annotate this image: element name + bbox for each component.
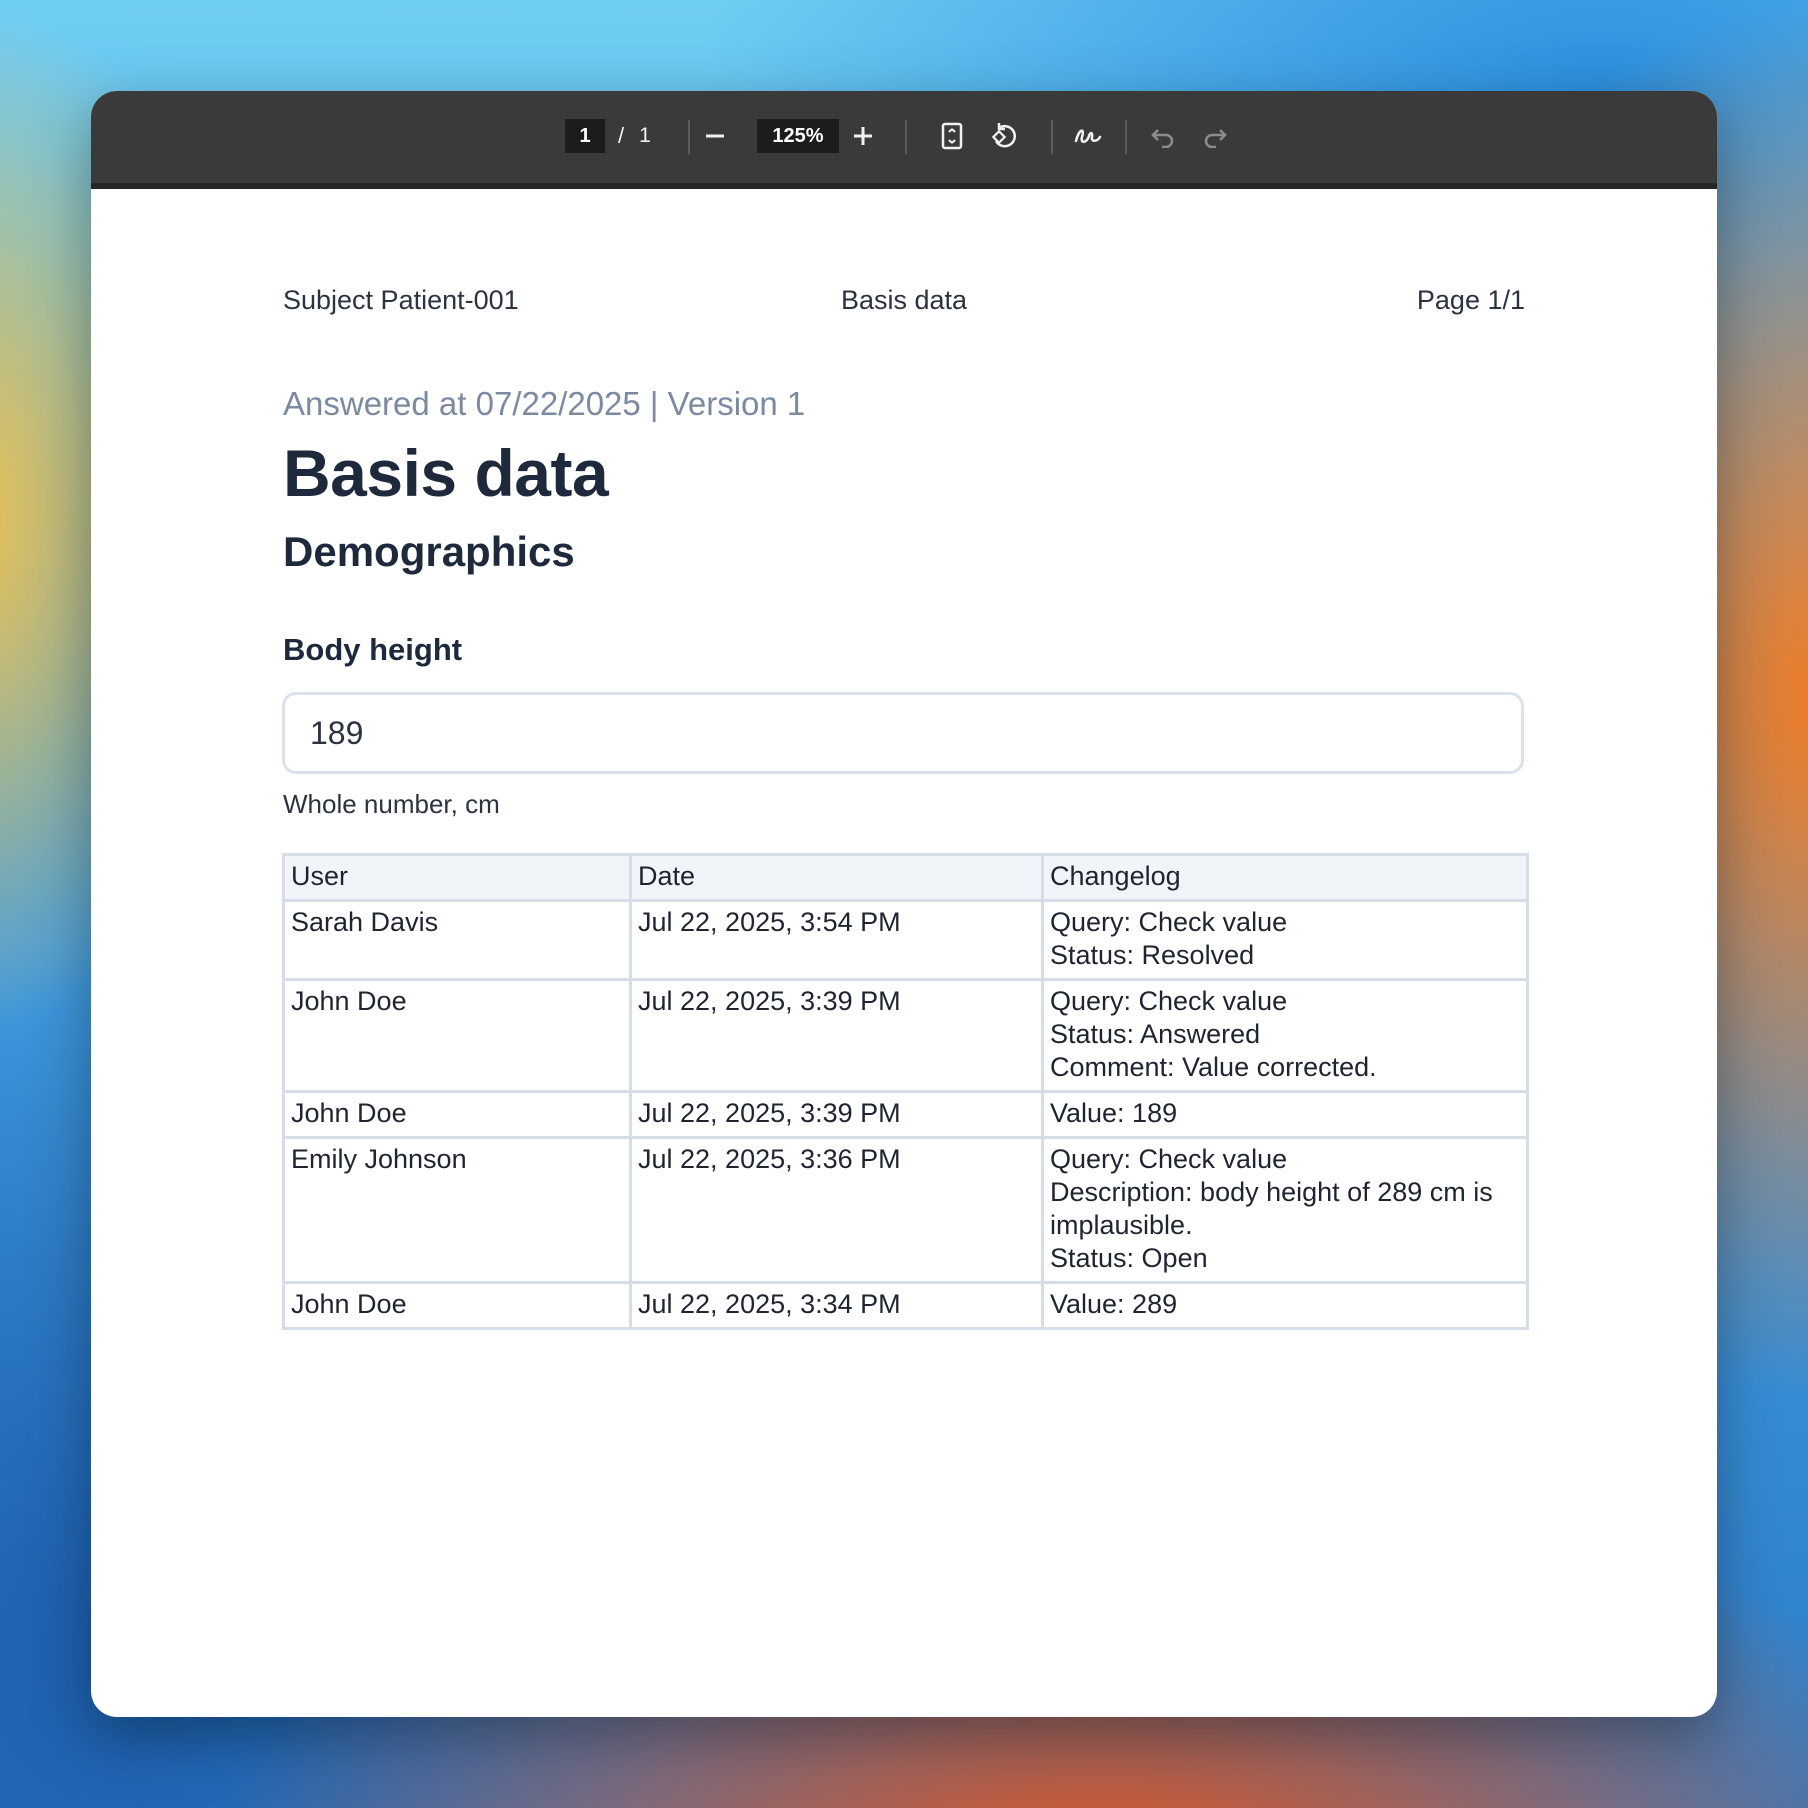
zoom-out-icon xyxy=(704,125,726,147)
column-header-user: User xyxy=(282,853,632,902)
zoom-level-input[interactable]: 125% xyxy=(757,119,839,153)
zoom-out-button[interactable] xyxy=(697,119,733,153)
column-header-changelog: Changelog xyxy=(1041,853,1529,902)
changelog-line: Query: Check value xyxy=(1050,986,1288,1016)
changelog-line: Status: Resolved xyxy=(1050,940,1255,970)
body-height-hint: Whole number, cm xyxy=(283,789,500,819)
changelog-line: Description: body height of 289 cm is im… xyxy=(1050,1177,1493,1240)
body-height-label: Body height xyxy=(283,632,463,667)
fit-page-icon xyxy=(941,122,963,150)
zoom-in-icon xyxy=(852,125,874,147)
page-indicator: Page 1/1 xyxy=(1416,285,1525,315)
table-row: Sarah Davis Jul 22, 2025, 3:54 PM Query:… xyxy=(282,899,1529,981)
cell-changelog: Query: Check value Status: Resolved xyxy=(1041,899,1529,981)
toolbar-divider xyxy=(1125,120,1127,154)
current-page-input[interactable]: 1 xyxy=(565,119,605,153)
table-row: John Doe Jul 22, 2025, 3:39 PM Query: Ch… xyxy=(282,978,1529,1093)
cell-date: Jul 22, 2025, 3:34 PM xyxy=(629,1281,1044,1330)
undo-button[interactable] xyxy=(1145,119,1181,153)
toolbar-divider xyxy=(905,120,907,154)
pdf-viewer-window: 1 / 1 125% Subject Patient-001 Basis dat… xyxy=(91,91,1717,1717)
table-header-row: User Date Changelog xyxy=(282,853,1529,902)
changelog-line: Query: Check value xyxy=(1050,907,1288,937)
draw-button[interactable] xyxy=(1070,119,1106,153)
section-title: Demographics xyxy=(283,528,575,575)
total-pages: 1 xyxy=(639,124,651,147)
redo-icon xyxy=(1202,124,1228,148)
changelog-line: Status: Answered xyxy=(1050,1019,1261,1049)
form-name-label: Basis data xyxy=(840,285,968,315)
table-row: John Doe Jul 22, 2025, 3:39 PM Value: 18… xyxy=(282,1090,1529,1139)
cell-user: John Doe xyxy=(282,1281,632,1330)
cell-user: John Doe xyxy=(282,978,632,1093)
cell-date: Jul 22, 2025, 3:39 PM xyxy=(629,1090,1044,1139)
toolbar-divider xyxy=(688,120,690,154)
rotate-button[interactable] xyxy=(986,119,1022,153)
changelog-table: User Date Changelog Sarah Davis Jul 22, … xyxy=(282,853,1529,1330)
toolbar-divider xyxy=(1051,120,1053,154)
cell-changelog: Query: Check value Status: Answered Comm… xyxy=(1041,978,1529,1093)
running-header: Subject Patient-001 Basis data Page 1/1 xyxy=(283,285,1525,315)
zoom-in-button[interactable] xyxy=(845,119,881,153)
cell-user: Sarah Davis xyxy=(282,899,632,981)
changelog-line: Value: 289 xyxy=(1050,1289,1178,1319)
rotate-icon xyxy=(989,121,1019,151)
table-row: Emily Johnson Jul 22, 2025, 3:36 PM Quer… xyxy=(282,1136,1529,1284)
changelog-line: Status: Open xyxy=(1050,1243,1208,1273)
draw-icon xyxy=(1073,123,1103,149)
page-separator: / xyxy=(617,123,625,148)
page-title: Basis data xyxy=(283,436,609,510)
cell-date: Jul 22, 2025, 3:39 PM xyxy=(629,978,1044,1093)
redo-button[interactable] xyxy=(1197,119,1233,153)
body-height-field[interactable] xyxy=(282,692,1524,774)
changelog-line: Comment: Value corrected. xyxy=(1050,1052,1377,1082)
cell-changelog: Query: Check value Description: body hei… xyxy=(1041,1136,1529,1284)
changelog-line: Query: Check value xyxy=(1050,1144,1288,1174)
cell-changelog: Value: 289 xyxy=(1041,1281,1529,1330)
changelog-line: Value: 189 xyxy=(1050,1098,1178,1128)
pdf-toolbar: 1 / 1 125% xyxy=(91,91,1717,189)
undo-icon xyxy=(1150,124,1176,148)
cell-user: Emily Johnson xyxy=(282,1136,632,1284)
cell-date: Jul 22, 2025, 3:36 PM xyxy=(629,1136,1044,1284)
answer-meta: Answered at 07/22/2025 | Version 1 xyxy=(283,385,806,422)
table-row: John Doe Jul 22, 2025, 3:34 PM Value: 28… xyxy=(282,1281,1529,1330)
cell-date: Jul 22, 2025, 3:54 PM xyxy=(629,899,1044,981)
cell-user: John Doe xyxy=(282,1090,632,1139)
column-header-date: Date xyxy=(629,853,1044,902)
fit-page-button[interactable] xyxy=(934,119,970,153)
cell-changelog: Value: 189 xyxy=(1041,1090,1529,1139)
